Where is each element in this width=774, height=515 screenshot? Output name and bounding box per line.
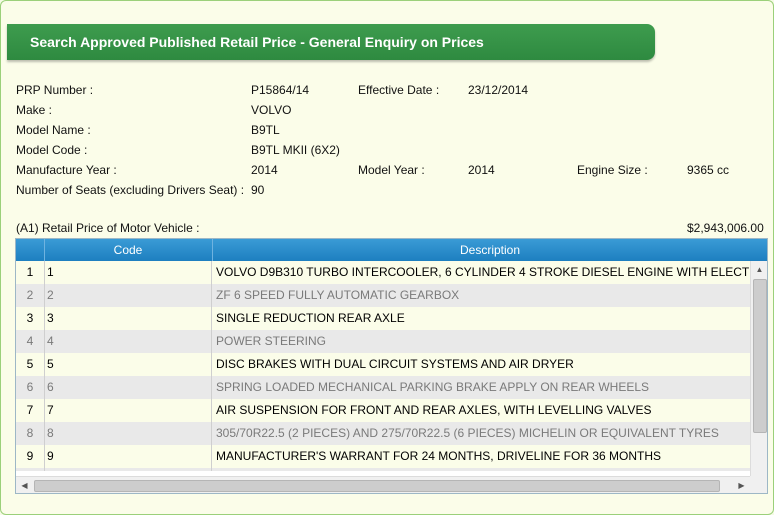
row-number-cell: 1 bbox=[16, 261, 45, 284]
model-year-label: Model Year : bbox=[358, 163, 425, 177]
table-row[interactable]: 4 4 POWER STEERING bbox=[16, 330, 750, 354]
effective-date-value: 23/12/2014 bbox=[468, 83, 529, 97]
description-cell: ZF 6 SPEED FULLY AUTOMATIC GEARBOX bbox=[216, 288, 460, 302]
row-number-header bbox=[16, 239, 45, 261]
row-number-cell: 2 bbox=[16, 284, 45, 307]
code-cell: 9 bbox=[44, 445, 212, 468]
retail-price-value: $2,943,006.00 bbox=[687, 221, 764, 235]
prp-number-label: PRP Number : bbox=[16, 83, 94, 97]
description-cell: BUS BODY - WRIGHTBUS DOUBLE DECK BUS BOD… bbox=[213, 468, 750, 471]
table-row[interactable]: 7 7 AIR SUSPENSION FOR FRONT AND REAR AXLE… bbox=[16, 399, 750, 423]
row-number-cell: 10 bbox=[16, 468, 45, 471]
row-number-cell: 5 bbox=[16, 353, 45, 376]
model-code-value: B9TL MKII (6X2) bbox=[251, 143, 340, 157]
table-row[interactable]: 1 1 VOLVO D9B310 TURBO INTERCOOLER, 6 CYLI… bbox=[16, 261, 750, 285]
engine-size-label: Engine Size : bbox=[577, 163, 648, 177]
code-cell: 7 bbox=[44, 399, 212, 422]
row-number-cell: 4 bbox=[16, 330, 45, 353]
table-row[interactable]: 1010BUS BODY - WRIGHTBUS DOUBLE DECK BUS… bbox=[16, 468, 750, 471]
scroll-right-arrow-icon[interactable]: ▶ bbox=[733, 477, 750, 493]
model-name-label: Model Name : bbox=[16, 123, 91, 137]
seats-value: 90 bbox=[251, 183, 265, 197]
make-value: VOLVO bbox=[251, 103, 292, 117]
description-cell: POWER STEERING bbox=[216, 334, 327, 348]
description-cell: SINGLE REDUCTION REAR AXLE bbox=[216, 311, 405, 325]
description-cell: MANUFACTURER'S WARRANT FOR 24 MONTHS, DR… bbox=[216, 449, 662, 463]
description-cell: 305/70R22.5 (2 PIECES) AND 275/70R22.5 (… bbox=[216, 426, 719, 440]
table-row[interactable]: 9 9 MANUFACTURER'S WARRANT FOR 24 MONTHS, … bbox=[16, 445, 750, 469]
row-number-cell: 3 bbox=[16, 307, 45, 330]
prp-number-value: P15864/14 bbox=[251, 83, 310, 97]
code-cell: 8 bbox=[44, 422, 212, 445]
table-row[interactable]: 5 5 DISC BRAKES WITH DUAL CIRCUIT SYSTEMS … bbox=[16, 353, 750, 377]
page-title: Search Approved Published Retail Price -… bbox=[30, 34, 484, 50]
vertical-scrollbar[interactable]: ▲ bbox=[750, 261, 767, 476]
table-row[interactable]: 3 3 SINGLE REDUCTION REAR AXLE bbox=[16, 307, 750, 331]
table-row[interactable]: 2 2 ZF 6 SPEED FULLY AUTOMATIC GEARBOX bbox=[16, 284, 750, 308]
code-cell: 5 bbox=[44, 353, 212, 376]
code-column-header[interactable]: Code bbox=[44, 239, 213, 261]
manufacture-year-label: Manufacture Year : bbox=[16, 163, 117, 177]
scroll-up-arrow-icon[interactable]: ▲ bbox=[751, 261, 767, 278]
row-number-cell: 9 bbox=[16, 445, 45, 468]
description-column-header[interactable]: Description bbox=[213, 239, 767, 261]
horizontal-scroll-thumb[interactable] bbox=[34, 480, 720, 492]
code-cell: 6 bbox=[44, 376, 212, 399]
seats-label: Number of Seats (excluding Drivers Seat)… bbox=[16, 183, 245, 197]
table-row[interactable]: 6 6 SPRING LOADED MECHANICAL PARKING BRAKE… bbox=[16, 376, 750, 400]
row-number-cell: 8 bbox=[16, 422, 45, 445]
scroll-left-arrow-icon[interactable]: ◀ bbox=[16, 477, 33, 493]
manufacture-year-value: 2014 bbox=[251, 163, 278, 177]
description-cell: SPRING LOADED MECHANICAL PARKING BRAKE A… bbox=[216, 380, 650, 394]
model-year-value: 2014 bbox=[468, 163, 495, 177]
engine-size-value: 9365 cc bbox=[687, 163, 730, 177]
specification-grid: Code Description 1 1 VOLVO D9B310 TURBO IN… bbox=[15, 238, 768, 494]
make-label: Make : bbox=[16, 103, 53, 117]
effective-date-label: Effective Date : bbox=[358, 83, 440, 97]
code-cell: 1 bbox=[44, 261, 212, 284]
code-cell: 10 bbox=[44, 468, 212, 471]
model-code-label: Model Code : bbox=[16, 143, 88, 157]
code-cell: 3 bbox=[44, 307, 212, 330]
table-row[interactable]: 8 8 305/70R22.5 (2 PIECES) AND 275/70R22.5… bbox=[16, 422, 750, 446]
code-cell: 4 bbox=[44, 330, 212, 353]
retail-price-label: (A1) Retail Price of Motor Vehicle : bbox=[16, 221, 200, 235]
grid-body: 1 1 VOLVO D9B310 TURBO INTERCOOLER, 6 CYLI… bbox=[16, 261, 750, 471]
title-bar: Search Approved Published Retail Price -… bbox=[7, 24, 655, 60]
grid-header: Code Description bbox=[16, 239, 767, 261]
code-cell: 2 bbox=[44, 284, 212, 307]
row-number-cell: 6 bbox=[16, 376, 45, 399]
horizontal-scrollbar[interactable]: ◀ ▶ bbox=[16, 476, 750, 493]
scrollbar-corner bbox=[750, 476, 767, 493]
description-cell: VOLVO D9B310 TURBO INTERCOOLER, 6 CYLIND… bbox=[216, 265, 750, 279]
model-name-value: B9TL bbox=[251, 123, 280, 137]
row-number-cell: 7 bbox=[16, 399, 45, 422]
vertical-scroll-thumb[interactable] bbox=[753, 279, 767, 433]
description-cell: DISC BRAKES WITH DUAL CIRCUIT SYSTEMS AN… bbox=[216, 357, 574, 371]
description-cell: AIR SUSPENSION FOR FRONT AND REAR AXLES,… bbox=[216, 403, 652, 417]
